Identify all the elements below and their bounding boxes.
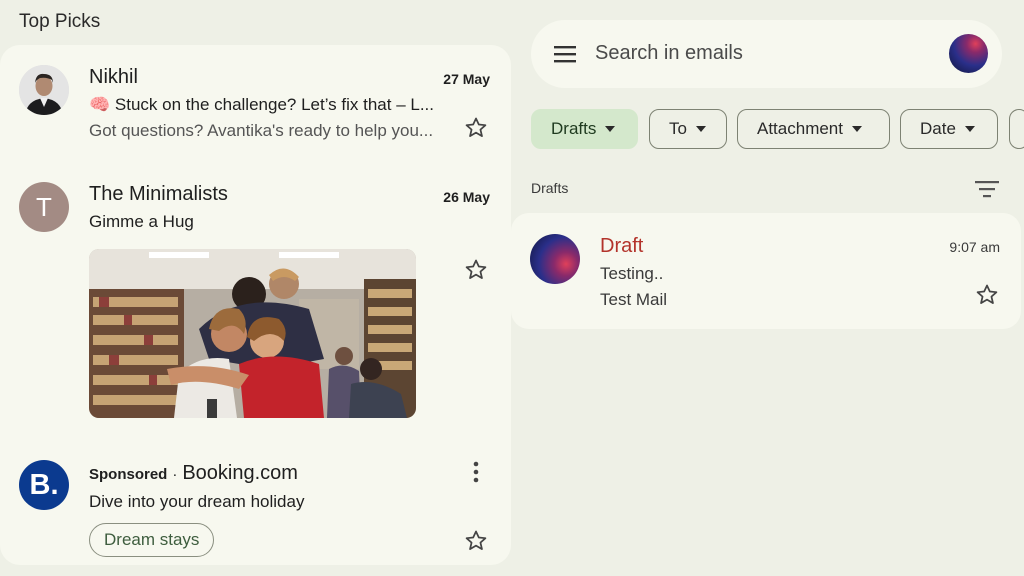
top-picks-title: Top Picks	[19, 11, 101, 32]
mail-image[interactable]	[89, 249, 416, 418]
sponsored-label: Sponsored	[89, 466, 168, 483]
sponsor-line: Sponsored · Booking.com	[89, 462, 298, 485]
chip-label: To	[669, 119, 687, 138]
menu-icon[interactable]	[554, 44, 578, 64]
chip-label: Attachment	[757, 119, 843, 138]
avatar	[19, 65, 69, 115]
filter-chip-more[interactable]	[1009, 109, 1024, 149]
filter-chip-date[interactable]: Date	[900, 109, 998, 149]
dropdown-arrow-icon	[964, 126, 975, 132]
sender-name: Booking.com	[182, 462, 298, 484]
filter-chip-to[interactable]: To	[649, 109, 727, 149]
sponsored-item[interactable]: B. Sponsored · Booking.com Dive into your …	[0, 440, 511, 565]
mail-subject: Dive into your dream holiday	[89, 492, 305, 511]
top-picks-card: Nikhil 27 May 🧠 Stuck on the challenge? …	[0, 45, 511, 565]
filter-chip-attachment[interactable]: Attachment	[737, 109, 890, 149]
mail-date: 27 May	[443, 71, 490, 87]
star-icon[interactable]	[974, 282, 1000, 308]
list-item[interactable]: Nikhil 27 May 🧠 Stuck on the challenge? …	[0, 45, 511, 160]
star-icon[interactable]	[463, 528, 489, 554]
sender-name: The Minimalists	[89, 183, 228, 205]
list-item[interactable]: Draft 9:07 am Testing.. Test Mail	[511, 213, 1021, 329]
mail-time: 9:07 am	[949, 239, 1000, 255]
person-photo-icon	[19, 65, 69, 115]
dropdown-arrow-icon	[695, 126, 706, 132]
separator: ·	[172, 466, 178, 483]
chip-label: Date	[920, 119, 956, 138]
mail-snippet: Got questions? Avantika's ready to help …	[89, 121, 434, 140]
more-vert-icon[interactable]	[466, 459, 486, 485]
mail-date: 26 May	[443, 189, 490, 205]
avatar: T	[19, 182, 69, 232]
profile-avatar[interactable]	[949, 34, 988, 73]
dropdown-arrow-icon	[852, 126, 862, 132]
search-input[interactable]: Search in emails	[595, 42, 743, 65]
dropdown-arrow-icon	[605, 126, 616, 132]
avatar	[530, 234, 580, 284]
mail-subject: 🧠 Stuck on the challenge? Let’s fix that…	[89, 95, 435, 114]
filter-chip-drafts[interactable]: Drafts	[531, 109, 638, 149]
star-icon[interactable]	[463, 115, 489, 141]
mail-snippet: Test Mail	[600, 290, 668, 309]
group-hug-photo	[89, 249, 416, 418]
chip-label: Drafts	[551, 119, 597, 138]
mail-subject: Testing..	[600, 264, 664, 283]
draft-label: Draft	[600, 235, 644, 257]
star-icon[interactable]	[463, 257, 489, 283]
search-bar[interactable]: Search in emails	[531, 20, 1002, 88]
list-label: Drafts	[531, 180, 569, 196]
filter-list-icon[interactable]	[975, 180, 999, 198]
mail-subject: Gimme a Hug	[89, 212, 194, 231]
cta-chip[interactable]: Dream stays	[89, 523, 215, 557]
sender-name: Nikhil	[89, 66, 138, 88]
avatar: B.	[19, 460, 69, 510]
